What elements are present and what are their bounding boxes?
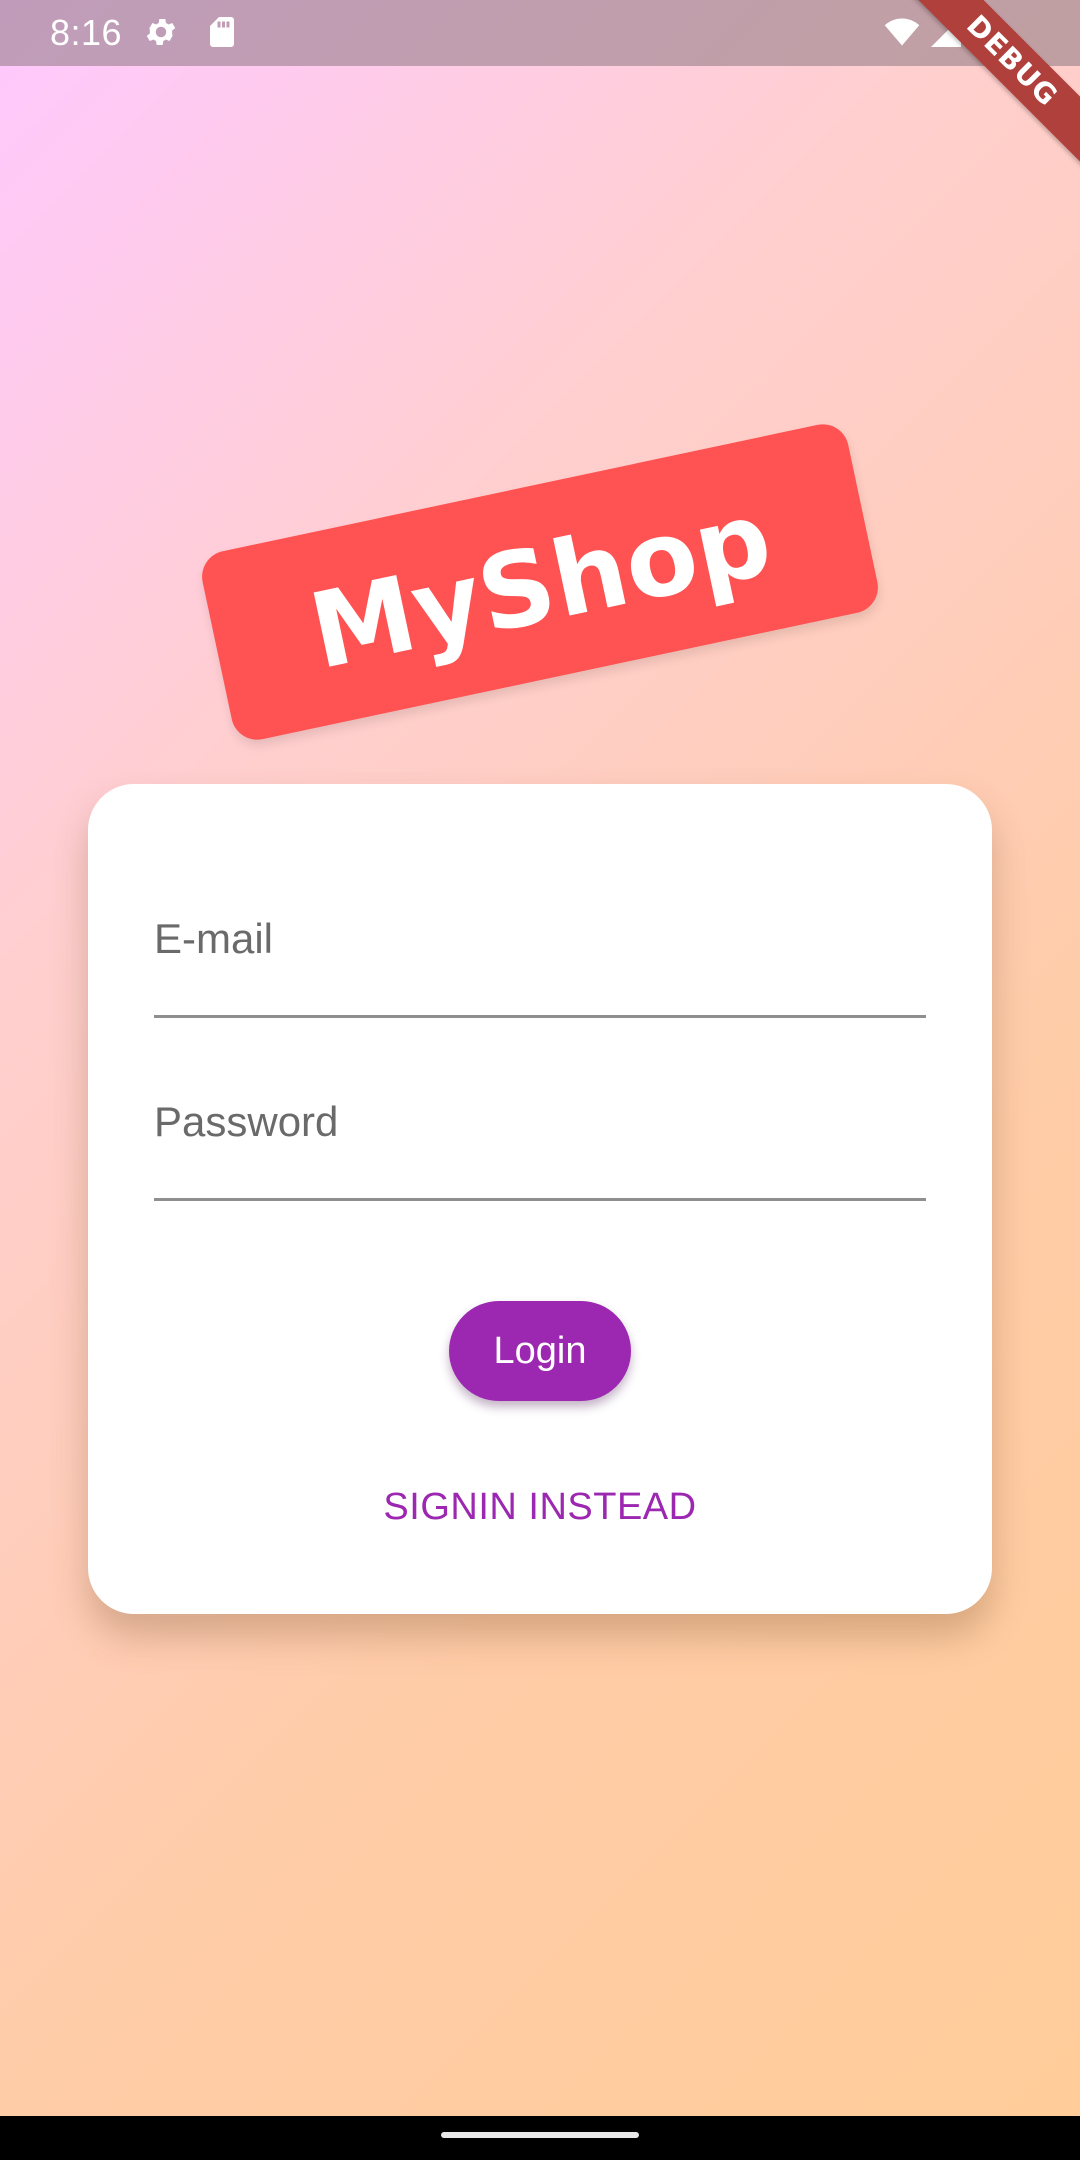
password-field-container [154,1079,926,1201]
navigation-bar [0,2116,1080,2160]
login-screen: 8:16 DEBUG MyShop Login SIGNIN INSTEAD [0,0,1080,2160]
status-bar: 8:16 [0,0,1080,66]
login-button[interactable]: Login [449,1301,631,1401]
email-field[interactable] [154,896,926,1018]
gear-icon [143,14,179,50]
sd-card-icon [204,14,240,50]
auth-card: Login SIGNIN INSTEAD [88,784,992,1614]
status-time: 8:16 [50,12,123,53]
brand-banner: MyShop [197,419,883,745]
brand-title: MyShop [299,476,782,694]
home-gesture-handle[interactable] [441,2132,639,2138]
wifi-icon [882,14,922,50]
switch-auth-mode-button[interactable]: SIGNIN INSTEAD [340,1474,740,1540]
password-field[interactable] [154,1079,926,1201]
email-field-container [154,896,926,1018]
